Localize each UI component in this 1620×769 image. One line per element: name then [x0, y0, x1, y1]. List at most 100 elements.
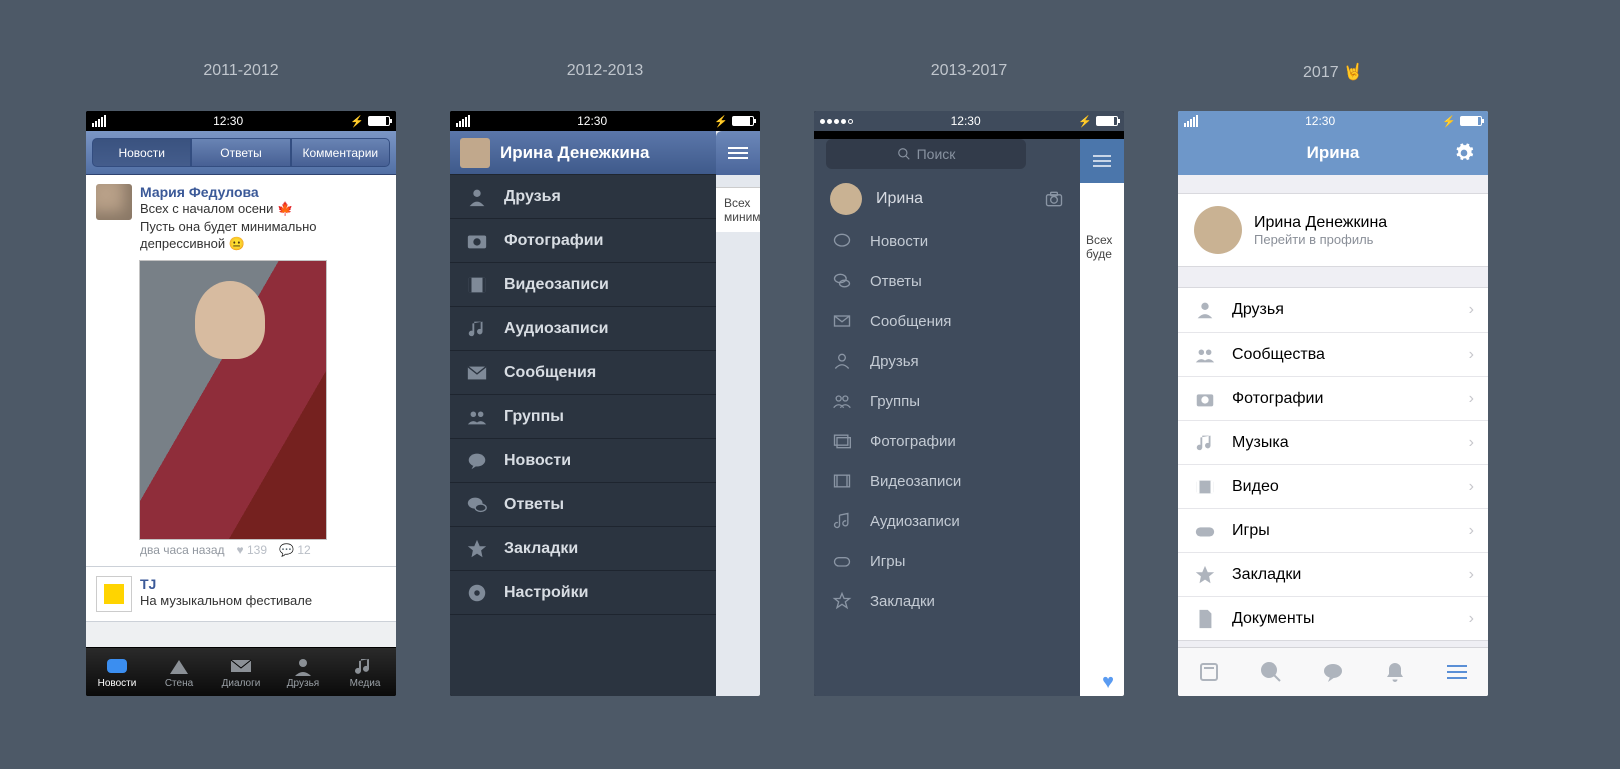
drawer-item-messages[interactable]: Сообщения — [814, 301, 1080, 341]
menu-list: Друзья› Сообщества› Фотографии› Музыка› … — [1178, 287, 1488, 641]
profile-name: Ирина Денежкина — [500, 143, 650, 163]
list-item-music[interactable]: Музыка› — [1178, 420, 1488, 464]
feed-post[interactable]: Мария Федулова Всех с началом осени 🍁Пус… — [86, 175, 396, 567]
drawer-item-groups[interactable]: Группы — [450, 395, 716, 439]
drawer-item-games[interactable]: Игры — [814, 541, 1080, 581]
profile-row[interactable]: Ирина — [814, 177, 1080, 221]
menu-icon — [1447, 671, 1467, 673]
list-item-photos[interactable]: Фотографии› — [1178, 376, 1488, 420]
peek-text: Всехминим — [716, 187, 760, 232]
page-title: Ирина — [1307, 143, 1360, 163]
envelope-icon — [832, 311, 852, 331]
segment-news[interactable]: Новости — [92, 138, 191, 167]
era-caption: 2013-2017 — [814, 62, 1124, 80]
era-caption: 2011-2012 — [86, 62, 396, 80]
list-item-bookmarks[interactable]: Закладки› — [1178, 552, 1488, 596]
feed-post[interactable]: TJ На музыкальном фестивале — [86, 567, 396, 622]
post-photo[interactable] — [140, 261, 326, 539]
tab-menu[interactable] — [1426, 648, 1488, 696]
content-peek[interactable]: Всехбуде ♥ — [1080, 139, 1124, 696]
phone-2012: 12:30 ⚡ Всехминим Ирина Денежкина Друзья… — [450, 111, 760, 696]
profile-card[interactable]: Ирина Денежкина Перейти в профиль — [1178, 193, 1488, 267]
status-bar: 12:30 ⚡ — [814, 111, 1124, 131]
drawer-item-videos[interactable]: Видеозаписи — [814, 461, 1080, 501]
drawer-item-photos[interactable]: Фотографии — [814, 421, 1080, 461]
list-item-documents[interactable]: Документы› — [1178, 596, 1488, 640]
tab-notifications[interactable] — [1364, 648, 1426, 696]
signal-icon — [92, 115, 106, 127]
tab-wall[interactable]: Стена — [148, 648, 210, 696]
tab-feed[interactable] — [1178, 648, 1240, 696]
phone-2011: 12:30 ⚡ Новости Ответы Комментарии Мария… — [86, 111, 396, 696]
hamburger-button[interactable] — [716, 131, 760, 175]
drawer-item-replies[interactable]: Ответы — [450, 483, 716, 527]
tab-media[interactable]: Медиа — [334, 648, 396, 696]
group-icon — [1194, 344, 1216, 366]
film-icon — [832, 471, 852, 491]
drawer-item-audio[interactable]: Аудиозаписи — [450, 307, 716, 351]
drawer-item-messages[interactable]: Сообщения — [450, 351, 716, 395]
profile-name: Ирина — [876, 190, 923, 208]
phone-2017: 12:30 ⚡ Ирина Ирина Денежкина Перейти в … — [1178, 111, 1488, 696]
drawer-item-news[interactable]: Новости — [814, 221, 1080, 261]
bell-icon — [1383, 660, 1407, 684]
star-icon — [1194, 564, 1216, 586]
list-item-video[interactable]: Видео› — [1178, 464, 1488, 508]
hamburger-button[interactable] — [1080, 139, 1124, 183]
drawer-item-bookmarks[interactable]: Закладки — [814, 581, 1080, 621]
bluetooth-icon: ⚡ — [714, 115, 728, 128]
list-item-friends[interactable]: Друзья› — [1178, 288, 1488, 332]
tab-search[interactable] — [1240, 648, 1302, 696]
drawer-item-photos[interactable]: Фотографии — [450, 219, 716, 263]
tab-dialogs[interactable]: Диалоги — [210, 648, 272, 696]
avatar[interactable] — [96, 576, 132, 612]
drawer-item-news[interactable]: Новости — [450, 439, 716, 483]
drawer-item-friends[interactable]: Друзья — [814, 341, 1080, 381]
chevron-right-icon: › — [1469, 390, 1474, 408]
drawer-item-bookmarks[interactable]: Закладки — [450, 527, 716, 571]
avatar[interactable] — [1194, 206, 1242, 254]
tab-news[interactable]: Новости — [86, 648, 148, 696]
search-input[interactable]: Поиск — [826, 139, 1026, 169]
drawer-item-videos[interactable]: Видеозаписи — [450, 263, 716, 307]
list-item-communities[interactable]: Сообщества› — [1178, 332, 1488, 376]
drawer-item-groups[interactable]: Группы — [814, 381, 1080, 421]
drawer-item-audio[interactable]: Аудиозаписи — [814, 501, 1080, 541]
era-caption: 2012-2013 — [450, 62, 760, 80]
gear-icon[interactable] — [1454, 143, 1474, 163]
tab-messages[interactable] — [1302, 648, 1364, 696]
document-icon — [1194, 608, 1216, 630]
post-author[interactable]: TJ — [140, 576, 312, 592]
drawer-item-replies[interactable]: Ответы — [814, 261, 1080, 301]
search-icon — [897, 147, 911, 161]
camera-icon — [466, 230, 488, 252]
comment-icon[interactable]: 💬 12 — [279, 543, 311, 557]
chevron-right-icon: › — [1469, 301, 1474, 319]
post-author[interactable]: Мария Федулова — [140, 184, 386, 200]
segment-replies[interactable]: Ответы — [191, 138, 290, 167]
content-peek[interactable]: Всехминим — [716, 131, 760, 696]
tab-friends[interactable]: Друзья — [272, 648, 334, 696]
search-icon — [1259, 660, 1283, 684]
group-icon — [832, 391, 852, 411]
chevron-right-icon: › — [1469, 434, 1474, 452]
battery-icon — [1460, 116, 1482, 126]
list-item-games[interactable]: Игры› — [1178, 508, 1488, 552]
heart-icon[interactable]: ♥ 139 — [237, 543, 268, 557]
star-icon — [466, 538, 488, 560]
heart-icon[interactable]: ♥ — [1102, 671, 1114, 694]
camera-icon[interactable] — [1044, 189, 1064, 209]
avatar[interactable] — [830, 183, 862, 215]
avatar[interactable] — [96, 184, 132, 220]
tab-bar — [1178, 647, 1488, 696]
feed[interactable]: Мария Федулова Всех с началом осени 🍁Пус… — [86, 175, 396, 647]
avatar[interactable] — [460, 138, 490, 168]
segment-comments[interactable]: Комментарии — [291, 138, 390, 167]
group-icon — [466, 406, 488, 428]
speech-icon — [1321, 660, 1345, 684]
chevron-right-icon: › — [1469, 566, 1474, 584]
drawer-item-friends[interactable]: Друзья — [450, 175, 716, 219]
bluetooth-icon: ⚡ — [350, 115, 364, 128]
drawer-header[interactable]: Ирина Денежкина — [450, 131, 716, 175]
drawer-item-settings[interactable]: Настройки — [450, 571, 716, 615]
